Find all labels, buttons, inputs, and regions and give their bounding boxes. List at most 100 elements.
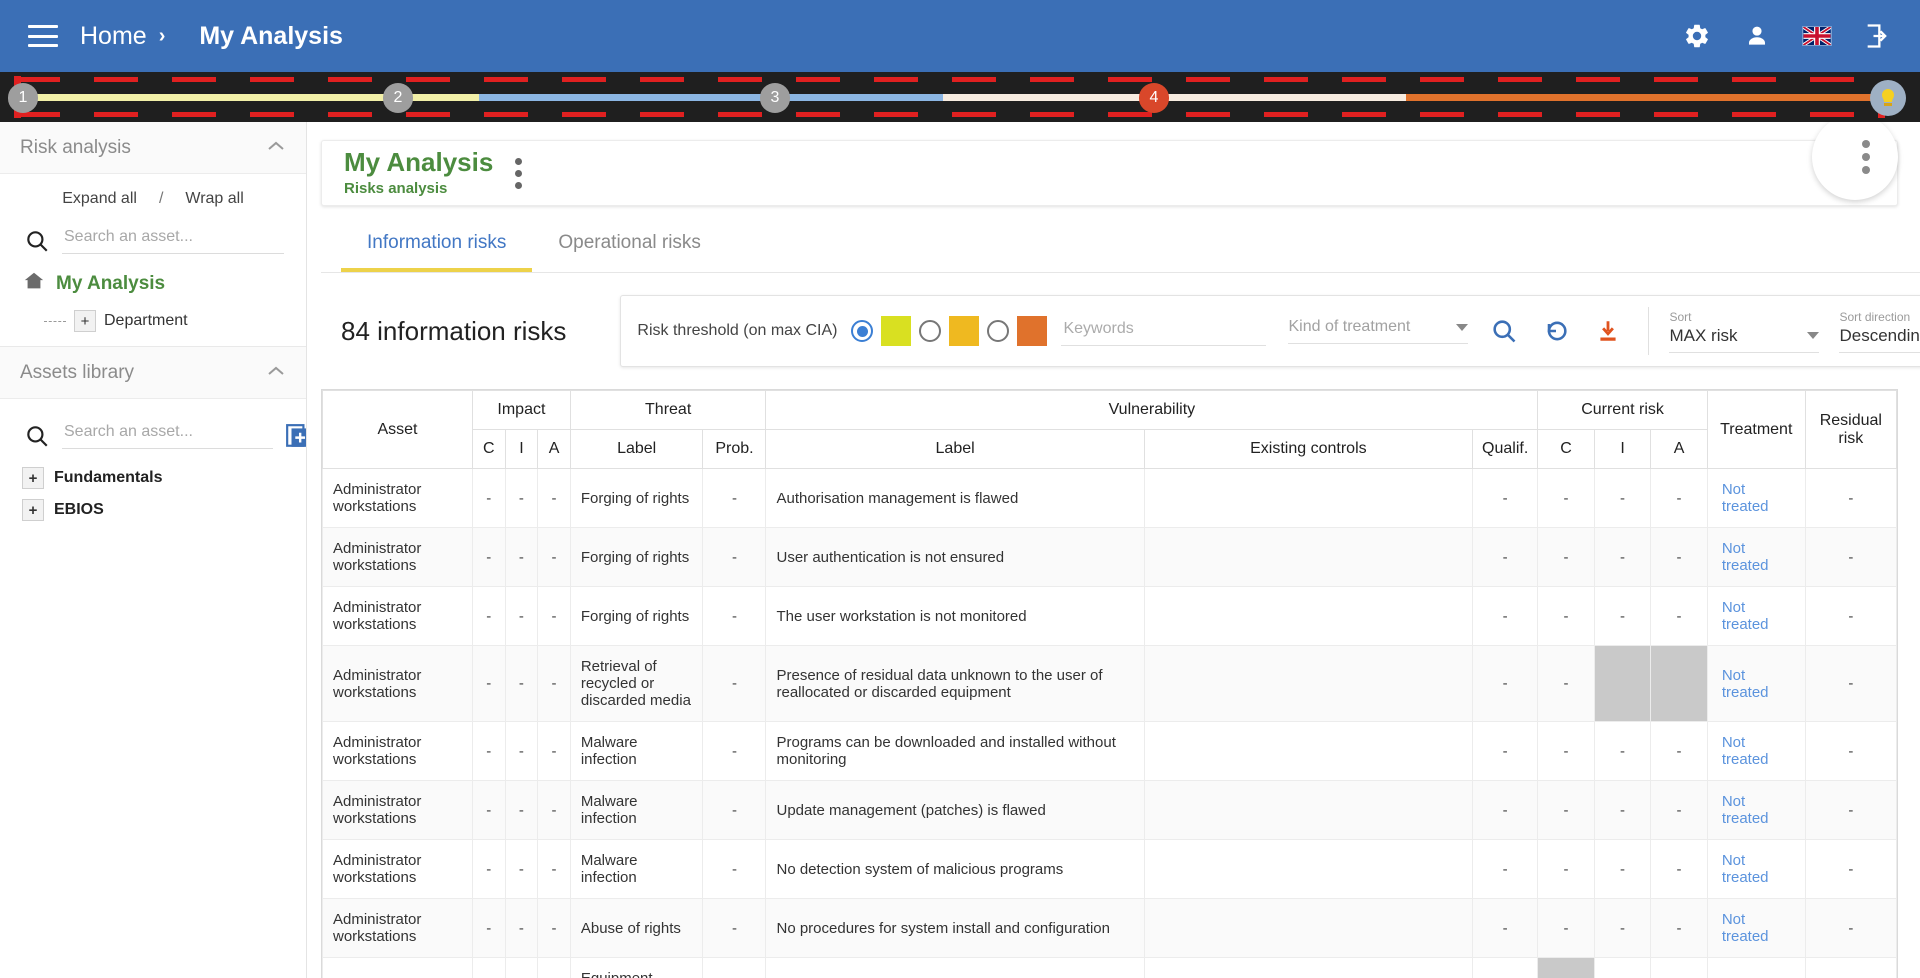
wrap-all-link[interactable]: Wrap all: [185, 190, 243, 208]
col-existing-controls[interactable]: Existing controls: [1143, 429, 1474, 469]
table-row[interactable]: Administrator workstations - - - Forging of …: [322, 468, 1897, 528]
gear-icon[interactable]: [1682, 21, 1712, 51]
cell-treatment[interactable]: Not treated: [1706, 527, 1806, 587]
logout-icon[interactable]: [1862, 21, 1892, 51]
stepper-step-4[interactable]: 4: [1139, 83, 1169, 113]
threshold-radio-3[interactable]: [987, 320, 1010, 342]
cell-risk-a: -: [1650, 586, 1708, 646]
keywords-input[interactable]: [1061, 316, 1267, 346]
more-vertical-icon[interactable]: [515, 157, 523, 189]
threshold-radio-1[interactable]: [851, 320, 874, 342]
cell-imp-i: -: [504, 780, 539, 840]
more-vertical-icon[interactable]: [1862, 140, 1870, 174]
col-residual-risk[interactable]: Residual risk: [1804, 390, 1897, 469]
threshold-swatch-2[interactable]: [949, 316, 980, 346]
risk-analysis-search-row: [0, 218, 306, 254]
search-icon[interactable]: [24, 423, 50, 449]
expand-toggle-icon[interactable]: +: [22, 499, 44, 521]
cell-treatment[interactable]: Not treated: [1706, 780, 1806, 840]
add-asset-icon[interactable]: [285, 423, 306, 449]
table-row[interactable]: Administrator workstations - - - Forging of …: [322, 527, 1897, 587]
sort-direction-select[interactable]: Descending: [1839, 326, 1920, 353]
assets-library-title: Assets library: [20, 361, 135, 383]
cell-asset: Administrator workstations: [322, 780, 473, 840]
sort-label: Sort: [1669, 309, 1692, 324]
cell-risk-i: -: [1593, 898, 1652, 958]
col-impact-a[interactable]: A: [537, 429, 571, 469]
search-icon[interactable]: [24, 228, 50, 254]
tab-information-risks[interactable]: Information risks: [341, 232, 533, 272]
cell-treatment[interactable]: Not treated: [1706, 839, 1806, 899]
stepper-end-badge-icon[interactable]: [1870, 80, 1906, 116]
col-risk-i[interactable]: I: [1593, 429, 1652, 469]
stepper-step-2[interactable]: 2: [383, 83, 413, 113]
table-row[interactable]: Administrator workstations - - - Retrieval o…: [322, 645, 1897, 722]
cell-treatment[interactable]: Not treated: [1706, 957, 1806, 978]
col-qualif[interactable]: Qualif.: [1472, 429, 1539, 469]
page-body: Risk analysis Expand all / Wrap all Sear…: [0, 122, 1920, 978]
risk-analysis-panel-header[interactable]: Risk analysis: [0, 122, 306, 174]
sort-select[interactable]: MAX risk: [1669, 326, 1820, 353]
uk-flag-icon[interactable]: [1802, 21, 1832, 51]
cell-treatment[interactable]: Not treated: [1706, 468, 1806, 528]
cell-risk-a: -: [1650, 839, 1708, 899]
expand-toggle-icon[interactable]: +: [22, 467, 44, 489]
download-icon[interactable]: [1592, 315, 1624, 347]
col-asset[interactable]: Asset: [322, 390, 473, 469]
kind-of-treatment-select[interactable]: Kind of treatment: [1288, 318, 1469, 344]
cell-treatment[interactable]: Not treated: [1706, 898, 1806, 958]
stepper-step-1[interactable]: 1: [8, 83, 38, 113]
col-threat-prob[interactable]: Prob.: [702, 429, 767, 469]
cell-risk-a: -: [1650, 780, 1708, 840]
search-icon[interactable]: [1488, 315, 1520, 347]
reset-icon[interactable]: [1540, 315, 1572, 347]
expand-all-link[interactable]: Expand all: [62, 190, 137, 208]
chevron-up-icon[interactable]: [266, 139, 286, 157]
threshold-swatch-1[interactable]: [881, 316, 912, 346]
table-row[interactable]: Administrator workstations - - - Malware inf…: [322, 721, 1897, 781]
assets-library-panel-header[interactable]: Assets library: [0, 347, 306, 399]
col-risk-a[interactable]: A: [1650, 429, 1708, 469]
cell-prob: -: [702, 468, 767, 528]
user-icon[interactable]: [1742, 21, 1772, 51]
chevron-up-icon[interactable]: [266, 364, 286, 382]
asset-tree: My Analysis + Department: [0, 254, 306, 346]
cell-treatment[interactable]: Not treated: [1706, 586, 1806, 646]
col-risk-c[interactable]: C: [1537, 429, 1595, 469]
road-dashes-top: [0, 77, 1920, 82]
table-row[interactable]: Administrator workstations - - - Malware inf…: [322, 780, 1897, 840]
tree-item-department[interactable]: + Department: [44, 310, 306, 332]
assets-library-search-input[interactable]: [62, 419, 273, 449]
risk-analysis-search-input[interactable]: [62, 224, 284, 254]
col-impact-i[interactable]: I: [504, 429, 539, 469]
tree-root-label: My Analysis: [56, 273, 166, 294]
col-current-risk: Current risk: [1537, 390, 1708, 430]
tree-root-my-analysis[interactable]: My Analysis: [22, 270, 306, 298]
cell-imp-c: -: [472, 957, 506, 978]
table-row[interactable]: Administrator workstations - - - Abuse of ri…: [322, 898, 1897, 958]
library-item-fundamentals[interactable]: + Fundamentals: [0, 467, 306, 489]
expand-toggle-icon[interactable]: +: [74, 310, 96, 332]
risk-analysis-title: Risk analysis: [20, 136, 131, 158]
cell-treatment[interactable]: Not treated: [1706, 721, 1806, 781]
threshold-radio-2[interactable]: [919, 320, 942, 342]
library-item-ebios[interactable]: + EBIOS: [0, 499, 306, 521]
stepper-step-3[interactable]: 3: [760, 83, 790, 113]
table-row[interactable]: Backup management---Equipment malfunctio…: [322, 957, 1897, 978]
table-row[interactable]: Administrator workstations - - - Malware inf…: [322, 839, 1897, 899]
threshold-swatch-3[interactable]: [1017, 316, 1048, 346]
table-row[interactable]: Administrator workstations - - - Forging of …: [322, 586, 1897, 646]
cell-asset: Administrator workstations: [322, 721, 473, 781]
col-impact-c[interactable]: C: [472, 429, 506, 469]
cell-risk-i: -: [1593, 721, 1652, 781]
cell-residual: -: [1804, 721, 1897, 781]
col-vuln-label[interactable]: Label: [765, 429, 1145, 469]
col-treatment[interactable]: Treatment: [1706, 390, 1806, 469]
tab-operational-risks[interactable]: Operational risks: [532, 232, 727, 272]
hamburger-menu-icon[interactable]: [28, 25, 58, 47]
cell-imp-i: -: [504, 468, 539, 528]
cell-treatment[interactable]: Not treated: [1706, 645, 1806, 722]
main-content: My Analysis Risks analysis Information r…: [306, 122, 1920, 978]
breadcrumb-home[interactable]: Home: [80, 22, 147, 51]
col-threat-label[interactable]: Label: [569, 429, 704, 469]
